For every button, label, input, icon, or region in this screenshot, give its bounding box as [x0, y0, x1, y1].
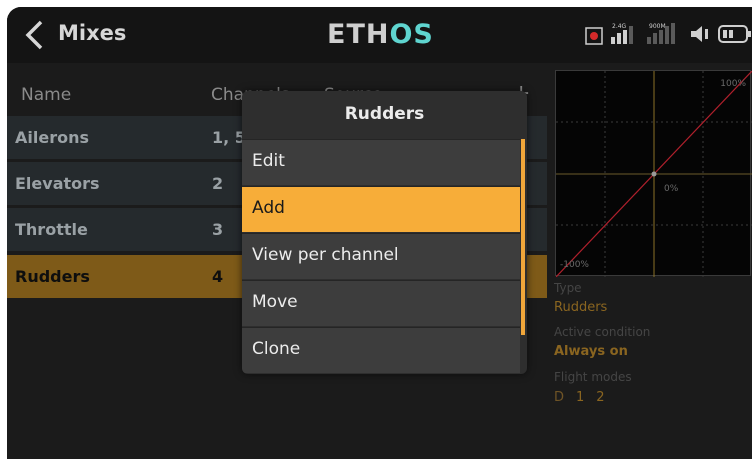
row-name: Rudders	[15, 267, 90, 286]
speaker-icon	[689, 23, 711, 49]
menu-item-label: Add	[252, 198, 285, 218]
signal-2g4-icon: 2.4G	[609, 21, 639, 49]
rf-label-2g4: 2.4G	[612, 23, 627, 30]
screen: Mixes ETHOS 2.4G 900M Name Ailerons 1, 5…	[7, 7, 752, 459]
menu-item-label: View per channel	[252, 245, 399, 265]
logo-part-1: ETH	[327, 19, 390, 50]
row-name: Throttle	[15, 220, 88, 239]
row-channels: 4	[212, 267, 224, 286]
rf-label-900m: 900M	[649, 23, 666, 30]
menu-item-clone[interactable]: Clone	[242, 327, 520, 373]
signal-900m-icon: 900M	[645, 21, 683, 49]
menu-item-label: Move	[252, 292, 298, 312]
menu-item-view-per-channel[interactable]: View per channel	[242, 233, 520, 279]
flight-modes-list: D 1 2	[554, 390, 605, 405]
flight-modes-label: Flight modes	[554, 370, 632, 384]
back-button[interactable]	[19, 19, 49, 51]
row-name: Elevators	[15, 174, 100, 193]
context-menu: Rudders Edit Add View per channel Move C…	[242, 91, 527, 374]
menu-item-label: Edit	[252, 151, 285, 171]
row-channels: 3	[212, 220, 224, 239]
record-icon	[585, 27, 603, 49]
menu-item-edit[interactable]: Edit	[242, 139, 520, 185]
row-channels: 1, 5	[212, 128, 246, 147]
flight-mode-item: 2	[596, 390, 605, 405]
type-value: Rudders	[554, 300, 608, 315]
status-bar: 2.4G 900M	[585, 23, 752, 49]
active-condition-label: Active condition	[554, 325, 651, 339]
menu-item-move[interactable]: Move	[242, 280, 520, 326]
ethos-logo: ETHOS	[327, 19, 434, 50]
row-name: Ailerons	[15, 128, 89, 147]
type-label: Type	[554, 281, 582, 295]
flight-mode-item: D	[554, 390, 565, 405]
flight-mode-item: 1	[576, 390, 585, 405]
row-channels: 2	[212, 174, 224, 193]
column-header-name: Name	[21, 85, 72, 105]
graph-top-label: 100%	[720, 79, 746, 89]
menu-item-add[interactable]: Add	[242, 186, 520, 232]
menu-scrollbar[interactable]	[521, 139, 525, 335]
page-title: Mixes	[58, 21, 127, 45]
graph-mid-label: 0%	[664, 184, 679, 194]
battery-icon	[717, 23, 752, 49]
header-bar: Mixes ETHOS 2.4G 900M	[7, 7, 752, 63]
graph-bottom-label: -100%	[560, 260, 589, 270]
chevron-left-icon	[25, 20, 43, 50]
logo-part-2: OS	[389, 19, 434, 50]
context-menu-title: Rudders	[344, 104, 425, 124]
menu-item-label: Clone	[252, 339, 301, 359]
mix-curve-graph: 100% 0% -100%	[555, 70, 752, 278]
active-condition-value: Always on	[554, 344, 628, 359]
